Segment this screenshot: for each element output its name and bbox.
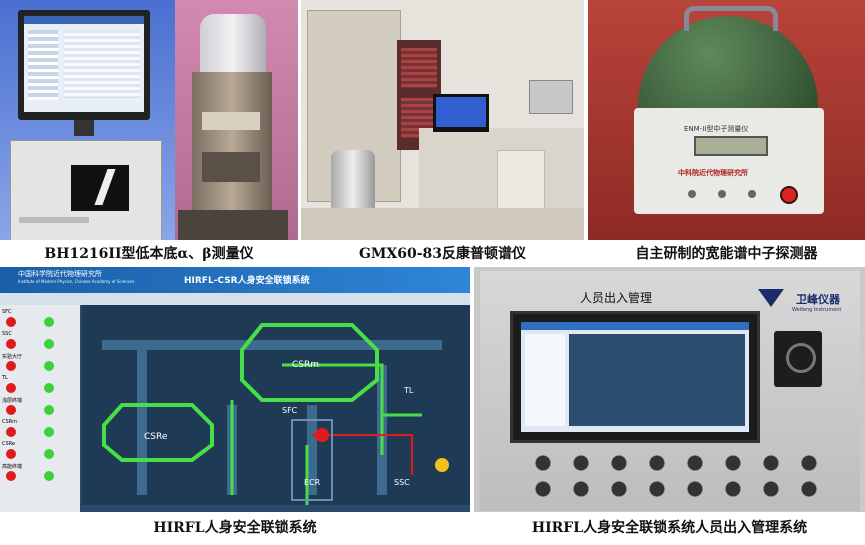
access-sign: 人员出入管理 — [580, 291, 653, 305]
map-label-tl: TL — [403, 386, 414, 395]
brand-name: 卫峰仪器 — [796, 293, 840, 306]
touch-monitor — [510, 311, 760, 443]
photo2-caption: GMX60-83反康普顿谱仪 — [358, 246, 527, 262]
photo-gmx — [301, 0, 584, 240]
status-panel: SFC SSC 实验大厅 TL 浅层终端 CSRm CSRe 高能终端 — [0, 305, 80, 512]
floor — [301, 208, 584, 240]
ok-light — [44, 427, 54, 437]
knob-2 — [718, 190, 726, 198]
map-label-csre: CSRe — [144, 432, 168, 442]
monitor — [18, 10, 150, 120]
map-label-csrm: CSRm — [292, 360, 319, 370]
photo5-caption: HIRFL人身安全联锁系统人员出入管理系统 — [531, 520, 808, 536]
keypad — [524, 449, 824, 505]
ok-light — [44, 471, 54, 481]
device-body: ENM-II型中子测量仪 中科院近代物理研究所 — [634, 108, 824, 214]
alarm-light — [6, 427, 16, 437]
maker-label: 中科院近代物理研究所 — [678, 169, 748, 177]
ok-light — [44, 405, 54, 415]
brand-name-en: Weifeng Instrument — [792, 307, 842, 313]
toolbar — [0, 293, 470, 305]
map-label-sfc: SFC — [282, 406, 298, 415]
alarm-light — [6, 449, 16, 459]
detector-base — [178, 210, 288, 240]
photo-neutron: ENM-II型中子测量仪 中科院近代物理研究所 — [588, 0, 865, 240]
ok-light — [44, 383, 54, 393]
alarm-light — [6, 339, 16, 349]
alarm-light — [6, 383, 16, 393]
lcd-display — [694, 136, 768, 156]
handle — [684, 6, 778, 31]
photo1-caption: BH1216II型低本底α、β测量仪 — [44, 246, 254, 262]
alarm-light — [6, 405, 16, 415]
lead-shield — [200, 14, 266, 74]
knob-1 — [688, 190, 696, 198]
alarm-light — [6, 317, 16, 327]
monitor-screen — [24, 16, 144, 112]
system-title: HIRFL-CSR人身安全联锁系统 — [184, 276, 310, 286]
power-button — [780, 186, 798, 204]
institute-en: Institute of Modern Physics, Chinese Aca… — [18, 279, 135, 284]
photo4-caption: HIRFL人身安全联锁系统 — [153, 520, 317, 536]
map-label-ecr: ECR — [304, 478, 321, 487]
photo-interlock-screen: 中国科学院近代物理研究所 Institute of Modern Physics… — [0, 267, 470, 512]
photo-bh1216 — [0, 0, 298, 240]
map-label-ssc: SSC — [394, 478, 410, 487]
facility-map: CSRm CSRe TL SFC ECR SSC — [82, 305, 470, 505]
monitor-screen — [521, 322, 749, 432]
detector-body — [192, 72, 272, 222]
analyzer — [529, 80, 573, 114]
monitor-stand — [74, 120, 94, 136]
pc-monitor — [433, 94, 489, 132]
card-reader — [774, 331, 822, 387]
photo-access-terminal: 人员出入管理 卫峰仪器 Weifeng Instrument — [474, 267, 865, 512]
photo3-caption: 自主研制的宽能谱中子探测器 — [635, 246, 818, 262]
dewar — [331, 150, 375, 210]
alarm-light — [6, 471, 16, 481]
computer-case — [10, 140, 162, 240]
device-label: ENM-II型中子测量仪 — [684, 125, 749, 133]
alarm-light — [6, 361, 16, 371]
ok-light — [44, 361, 54, 371]
knob-3 — [748, 190, 756, 198]
ok-light — [44, 339, 54, 349]
ok-light — [44, 449, 54, 459]
app-header: 中国科学院近代物理研究所 Institute of Modern Physics… — [0, 267, 470, 293]
ok-light — [44, 317, 54, 327]
institute-name: 中国科学院近代物理研究所 — [18, 270, 102, 278]
